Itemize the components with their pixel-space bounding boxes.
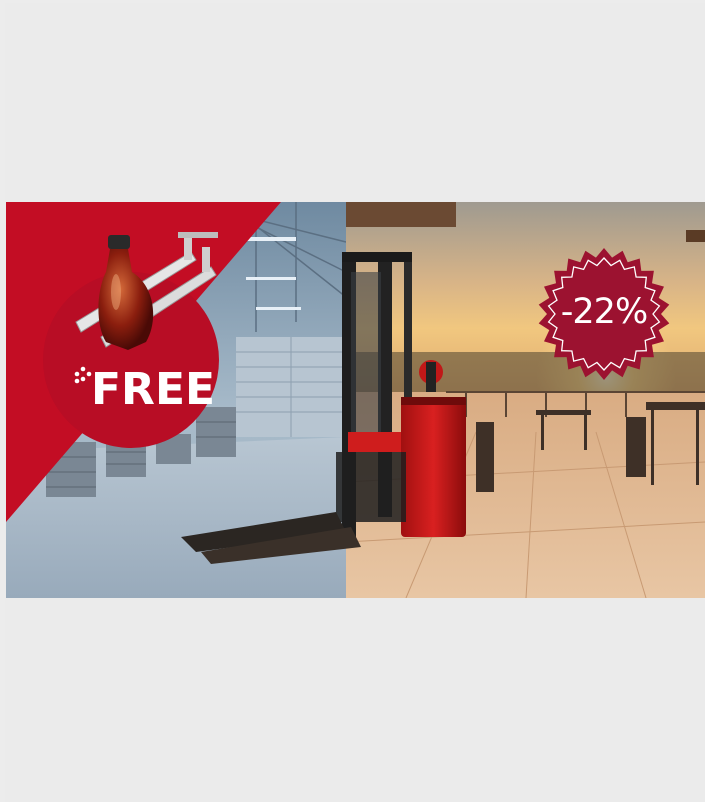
free-label: FREE — [91, 364, 216, 415]
roof-edge — [686, 230, 705, 242]
discount-label: -22% — [560, 292, 648, 332]
tree-line — [346, 352, 705, 392]
promo-banner: FREE -22% — [6, 202, 705, 598]
roof-beam — [346, 202, 456, 227]
